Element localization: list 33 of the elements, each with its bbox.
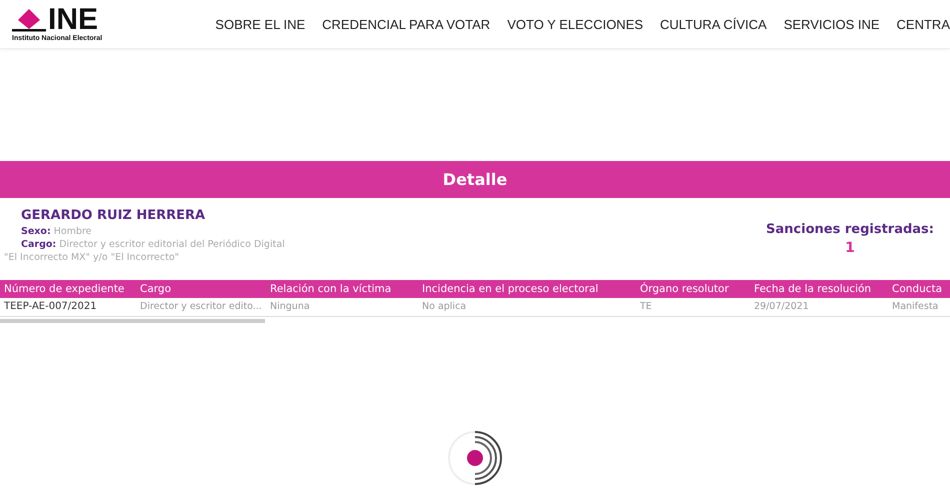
person-name: GERARDO RUIZ HERRERA <box>20 208 206 223</box>
table-cell-text: 29/07/2021 <box>753 300 810 314</box>
nav-link[interactable]: SERVICIOS INE <box>784 16 880 32</box>
table-cell-text: Ninguna <box>269 300 311 314</box>
table-cell-text: Manifesta <box>891 300 940 314</box>
logo-icon <box>12 6 46 32</box>
logo-text: INE <box>48 6 98 32</box>
column-header: Cargo <box>139 282 172 297</box>
field-value: Director y escritor editorial del Periódico Digital <box>59 239 285 250</box>
field-value: Hombre <box>54 226 92 237</box>
loading-spinner-icon <box>446 429 504 487</box>
sanctions-count: 1 <box>844 240 856 256</box>
field-value: "El Incorrecto MX" y/o "El Incorrecto" <box>4 251 180 264</box>
table-cell-text: No aplica <box>421 300 468 314</box>
column-header: Relación con la víctima <box>269 282 392 297</box>
scrollbar[interactable] <box>0 319 265 323</box>
field-label: Cargo: <box>21 239 56 250</box>
nav-link[interactable]: SOBRE EL INE <box>215 16 306 32</box>
column-header: Número de expediente <box>3 282 126 297</box>
table-cell-text: TEEP-AE-007/2021 <box>3 300 98 314</box>
column-header: Fecha de la resolución <box>753 282 872 297</box>
sanctions-label: Sanciones registradas: <box>766 222 934 237</box>
nav-link[interactable]: CREDENCIAL PARA VOTAR <box>322 16 490 32</box>
table-cell-text: TE <box>639 300 653 314</box>
column-header: Conducta <box>891 282 944 297</box>
field-label: Sexo: <box>21 226 51 237</box>
nav-link[interactable]: CENTRA <box>896 16 950 32</box>
detail-title-bar: Detalle <box>0 161 950 198</box>
column-header: Incidencia en el proceso electoral <box>421 282 600 297</box>
nav-link[interactable]: VOTO Y ELECCIONES <box>507 16 644 32</box>
table-cell-text: Director y escritor edito... <box>139 300 263 314</box>
nav-link[interactable]: CULTURA CÍVICA <box>660 16 767 32</box>
column-header: Órgano resolutor <box>639 281 730 297</box>
